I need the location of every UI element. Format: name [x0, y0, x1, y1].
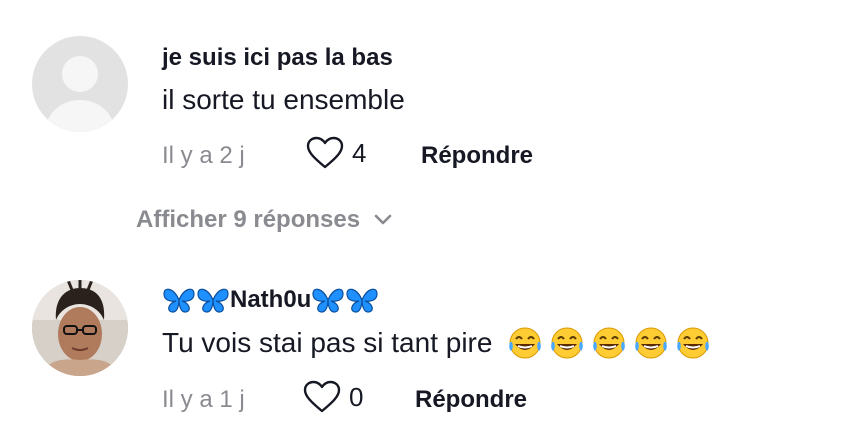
comment-text: Tu vois stai pas si tant pire 😂 😂 😂 😂 😂 — [162, 326, 712, 360]
comment-text: il sorte tu ensemble — [162, 84, 405, 115]
like-button[interactable]: 0 — [303, 380, 363, 414]
comment-timestamp: Il y a 2 j — [162, 142, 245, 169]
laughing-emoji-icon: 😂 — [635, 327, 668, 359]
default-avatar-body — [46, 100, 114, 132]
username-text: Nath0u — [230, 286, 312, 313]
laughing-emoji-icon: 😂 — [551, 327, 584, 359]
view-replies-button[interactable]: Afficher 9 réponses — [136, 206, 392, 234]
chevron-down-icon — [374, 214, 392, 225]
like-count: 4 — [352, 137, 367, 168]
comment-timestamp: Il y a 1 j — [162, 386, 245, 413]
laughing-emoji-icon: 😂 — [593, 327, 626, 359]
butterfly-emoji-icon — [312, 288, 344, 313]
butterfly-emoji-icon — [163, 288, 195, 313]
view-replies-label: Afficher 9 réponses — [136, 206, 361, 233]
like-button[interactable]: 4 — [306, 136, 366, 170]
default-avatar-icon — [62, 56, 98, 92]
butterfly-emoji-icon — [346, 288, 378, 313]
comment-text-content: Tu vois stai pas si tant pire — [162, 327, 493, 358]
reply-button[interactable]: Répondre — [421, 142, 533, 170]
laughing-emoji-icon: 😂 — [509, 327, 542, 359]
comment-username[interactable]: Nath0u — [162, 286, 379, 314]
user-photo — [32, 280, 128, 376]
comment-username[interactable]: je suis ici pas la bas — [162, 44, 393, 72]
emoji-row: 😂 😂 😂 😂 😂 — [502, 326, 712, 360]
heart-outline-icon — [306, 136, 344, 169]
heart-outline-icon — [303, 380, 341, 413]
avatar[interactable] — [32, 36, 128, 132]
butterfly-emoji-icon — [197, 288, 229, 313]
laughing-emoji-icon: 😂 — [677, 327, 710, 359]
reply-button[interactable]: Répondre — [415, 386, 527, 414]
like-count: 0 — [349, 381, 364, 412]
avatar[interactable] — [32, 280, 128, 376]
